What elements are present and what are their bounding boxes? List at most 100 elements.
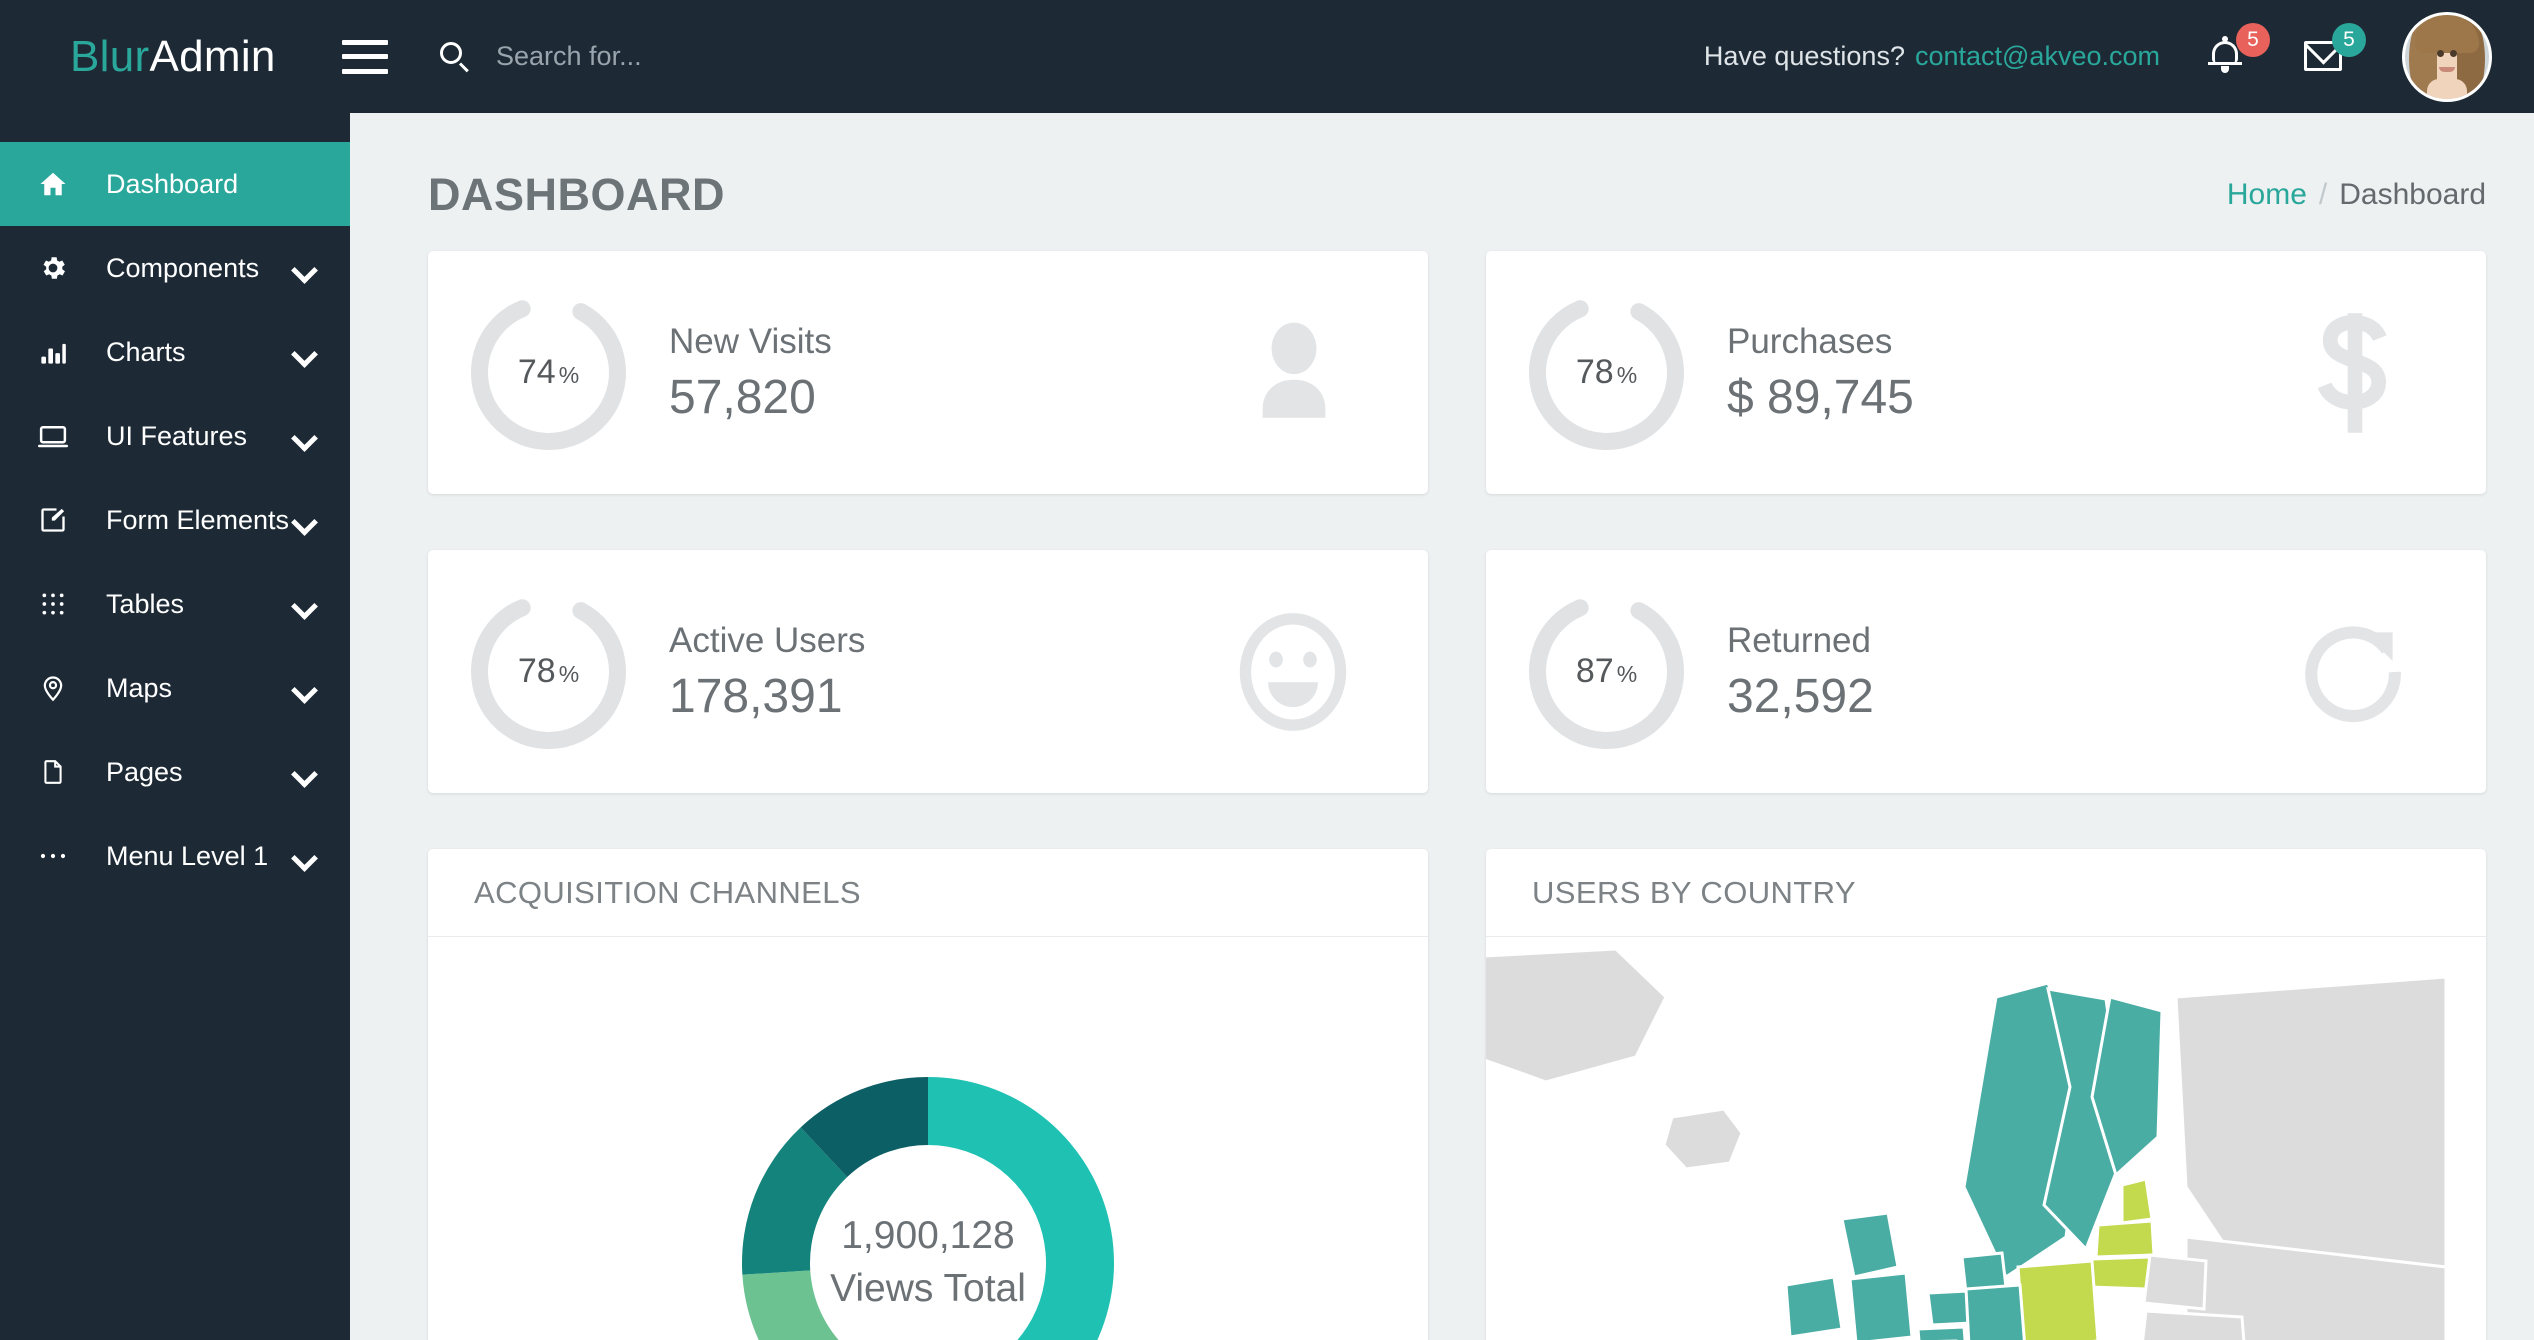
smiley-icon: [1236, 612, 1350, 732]
map-region-baltic-lv[interactable]: [2096, 1221, 2154, 1257]
donut-slice-0[interactable]: [928, 1077, 1114, 1340]
chevron-down-icon[interactable]: [291, 761, 318, 788]
map-region-baltic-ee[interactable]: [2122, 1179, 2152, 1223]
chevron-down-icon[interactable]: [291, 845, 318, 872]
stat-card-active-users: 78% Active Users 178,391: [428, 550, 1428, 793]
stat-progress-ring: 78%: [1524, 290, 1689, 455]
hamburger-bar-1: [342, 40, 388, 45]
donut-slice-2[interactable]: [742, 1270, 928, 1340]
sidebar-item-pages[interactable]: Pages: [0, 730, 350, 814]
chevron-down-icon[interactable]: [291, 425, 318, 452]
breadcrumb: Home / Dashboard: [2227, 178, 2486, 212]
stat-value: $ 89,745: [1727, 370, 1914, 425]
notifications-button[interactable]: 5: [2208, 33, 2256, 81]
stat-card-purchases: 78% Purchases $ 89,745: [1486, 251, 2486, 494]
sidebar-item-charts[interactable]: Charts: [0, 310, 350, 394]
sidebar-item-menu-level-1[interactable]: Menu Level 1: [0, 814, 350, 898]
dollar-icon: [2302, 311, 2408, 435]
users-by-country-title: USERS BY COUNTRY: [1532, 875, 1856, 911]
search-input[interactable]: [496, 41, 996, 72]
acquisition-channels-body: 1,900,128 Views Total: [428, 937, 1428, 1340]
search-icon[interactable]: [438, 40, 472, 74]
chevron-down-icon[interactable]: [291, 509, 318, 536]
acquisition-donut-chart[interactable]: [628, 963, 1228, 1340]
bell-icon-body: [2212, 41, 2238, 63]
chevron-down-icon[interactable]: [291, 593, 318, 620]
page-title: DASHBOARD: [428, 169, 725, 221]
stat-percent-wrap: 87%: [1524, 589, 1689, 754]
search-icon-handle: [459, 62, 469, 72]
stat-percent-value: 87: [1576, 652, 1614, 691]
map-region-poland[interactable]: [2018, 1261, 2098, 1340]
avatar-eye-left: [2437, 50, 2444, 57]
bell-icon-clapper: [2221, 66, 2229, 73]
europe-choropleth-map[interactable]: [1486, 937, 2486, 1340]
sidebar-item-label: Maps: [106, 673, 172, 704]
sidebar-item-form-elements[interactable]: Form Elements: [0, 478, 350, 562]
stat-progress-ring: 87%: [1524, 589, 1689, 754]
breadcrumb-home[interactable]: Home: [2227, 178, 2307, 211]
stat-card-new-visits: 74% New Visits57,820: [428, 251, 1428, 494]
stat-progress-ring: 74%: [466, 290, 631, 455]
ellipsis-icon: [22, 851, 84, 861]
help-text-block: Have questions? contact@akveo.com: [1704, 41, 2160, 72]
grid-column-right: 78%Purchases$ 89,745 87%Returned32,592 U…: [1486, 251, 2486, 1340]
map-region-belarus[interactable]: [2144, 1255, 2206, 1309]
sidebar-item-tables[interactable]: Tables: [0, 562, 350, 646]
contact-email-link[interactable]: contact@akveo.com: [1915, 41, 2160, 71]
stat-percent-symbol: %: [559, 661, 579, 688]
notifications-badge: 5: [2236, 23, 2270, 57]
map-region-ukraine[interactable]: [2140, 1311, 2246, 1340]
stat-text-block: Purchases $ 89,745: [1727, 320, 1914, 425]
stat-text-block: New Visits57,820: [669, 320, 832, 425]
app-logo[interactable]: BlurAdmin: [0, 32, 350, 82]
sidebar-item-dashboard[interactable]: Dashboard: [0, 142, 350, 226]
sidebar-item-label: Dashboard: [106, 169, 238, 200]
breadcrumb-separator: /: [2319, 178, 2327, 211]
stat-label: Active Users: [669, 619, 865, 663]
stat-percent-wrap: 78%: [466, 589, 631, 754]
sidebar-item-label: Form Elements: [106, 505, 289, 536]
chevron-down-icon[interactable]: [291, 341, 318, 368]
stat-value: 178,391: [669, 669, 865, 724]
logo-second: Admin: [149, 32, 275, 81]
messages-button[interactable]: 5: [2304, 33, 2352, 81]
file-icon: [22, 758, 84, 786]
chevron-down-icon[interactable]: [291, 677, 318, 704]
stat-label: Purchases: [1727, 320, 1914, 364]
sidebar-item-label: Pages: [106, 757, 183, 788]
chevron-down-icon[interactable]: [291, 257, 318, 284]
stat-percent-symbol: %: [1617, 362, 1637, 389]
breadcrumb-current: Dashboard: [2339, 178, 2486, 211]
sidebar-item-ui-features[interactable]: UI Features: [0, 394, 350, 478]
stat-value: 57,820: [669, 370, 832, 425]
bar-chart-icon: [22, 338, 84, 366]
map-region-germany[interactable]: [1966, 1285, 2026, 1340]
stat-percent-value: 74: [518, 353, 556, 392]
avatar-neck: [2427, 79, 2467, 101]
stat-progress-ring: 78%: [466, 589, 631, 754]
stat-label: Returned: [1727, 619, 1874, 663]
map-region-ireland[interactable]: [1786, 1277, 1842, 1337]
hamburger-menu-icon[interactable]: [342, 40, 388, 74]
user-avatar[interactable]: [2402, 12, 2492, 102]
map-region-baltic-lt[interactable]: [2090, 1257, 2150, 1289]
sidebar-item-label: UI Features: [106, 421, 247, 452]
acquisition-channels-panel: ACQUISITION CHANNELS 1,900,128 Views Tot…: [428, 849, 1428, 1340]
stat-percent-symbol: %: [559, 362, 579, 389]
stat-percent-symbol: %: [1617, 661, 1637, 688]
map-region-uk-south[interactable]: [1850, 1273, 1912, 1340]
person-icon: [1238, 317, 1350, 429]
sidebar-item-maps[interactable]: Maps: [0, 646, 350, 730]
stat-percent-wrap: 78%: [1524, 290, 1689, 455]
users-by-country-panel: USERS BY COUNTRY: [1486, 849, 2486, 1340]
edit-square-icon: [22, 506, 84, 534]
stat-text-block: Active Users 178,391: [669, 619, 865, 724]
stat-card-returned: 87%Returned32,592: [1486, 550, 2486, 793]
sidebar-item-label: Charts: [106, 337, 186, 368]
sidebar-item-components[interactable]: Components: [0, 226, 350, 310]
sidebar-nav: Dashboard Components Charts UI Features Form…: [0, 113, 350, 1340]
acquisition-channels-title: ACQUISITION CHANNELS: [474, 875, 861, 911]
map-region-belgium[interactable]: [1918, 1327, 1966, 1340]
help-label: Have questions?: [1704, 41, 1905, 71]
